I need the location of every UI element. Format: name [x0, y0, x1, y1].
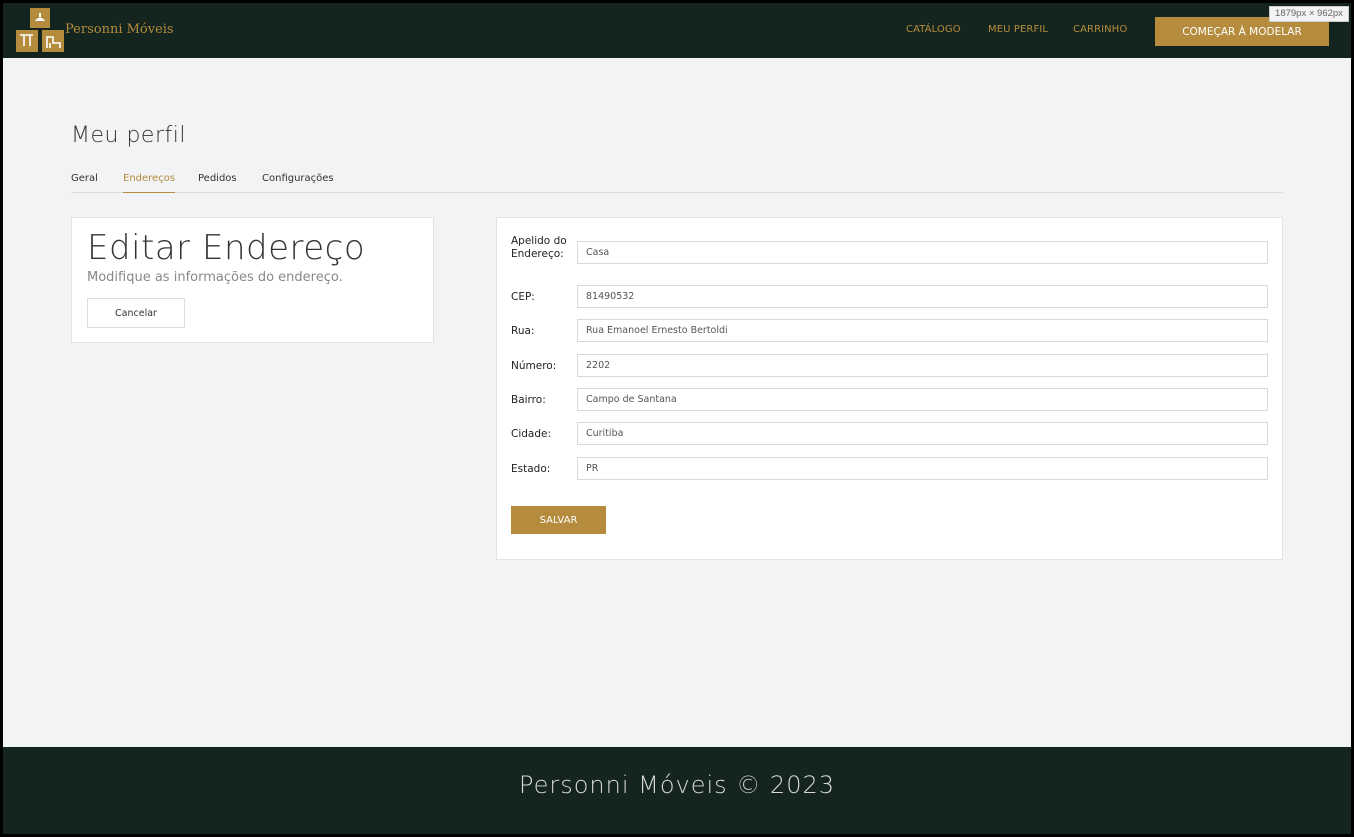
footer: Personni Móveis © 2023: [3, 747, 1351, 834]
cancel-button[interactable]: Cancelar: [87, 298, 185, 328]
dimension-badge: 1879px × 962px: [1269, 6, 1349, 22]
page-title: Meu perfil: [71, 123, 186, 148]
top-navbar: Personni Móveis CATÁLOGO MEU PERFIL CARR…: [3, 3, 1351, 58]
nav-catalog-link[interactable]: CATÁLOGO: [906, 24, 961, 35]
nav-cart-link[interactable]: CARRINHO: [1073, 24, 1127, 35]
logo-icon[interactable]: [16, 8, 64, 52]
tab-orders[interactable]: Pedidos: [198, 173, 237, 193]
edit-address-subtitle: Modifique as informações do endereço.: [87, 270, 343, 285]
tab-general[interactable]: Geral: [71, 173, 98, 193]
neighborhood-label: Bairro:: [511, 394, 546, 406]
number-label: Número:: [511, 360, 557, 372]
cep-label: CEP:: [511, 291, 535, 303]
state-field[interactable]: [577, 457, 1268, 480]
edit-address-title: Editar Endereço: [87, 228, 366, 268]
address-form: Apelido do Endereço: CEP: Rua: Número: B…: [496, 217, 1283, 560]
neighborhood-field[interactable]: [577, 388, 1268, 411]
edit-address-info-card: Editar Endereço Modifique as informações…: [71, 217, 434, 343]
nav-profile-link[interactable]: MEU PERFIL: [988, 24, 1048, 35]
browser-viewport: Personni Móveis CATÁLOGO MEU PERFIL CARR…: [3, 3, 1351, 834]
profile-tabs: Geral Endereços Pedidos Configurações: [71, 173, 1283, 193]
street-label: Rua:: [511, 325, 535, 337]
brand-name[interactable]: Personni Móveis: [65, 22, 174, 37]
nickname-label: Apelido do Endereço:: [511, 235, 567, 260]
state-label: Estado:: [511, 463, 551, 475]
tab-addresses[interactable]: Endereços: [123, 173, 176, 193]
nickname-field[interactable]: [577, 241, 1268, 264]
tab-settings[interactable]: Configurações: [262, 173, 334, 193]
save-button[interactable]: SALVAR: [511, 506, 606, 534]
number-field[interactable]: [577, 354, 1268, 377]
city-field[interactable]: [577, 422, 1268, 445]
city-label: Cidade:: [511, 428, 552, 440]
street-field[interactable]: [577, 319, 1268, 342]
footer-copyright: Personni Móveis © 2023: [518, 771, 836, 799]
cep-field[interactable]: [577, 285, 1268, 308]
